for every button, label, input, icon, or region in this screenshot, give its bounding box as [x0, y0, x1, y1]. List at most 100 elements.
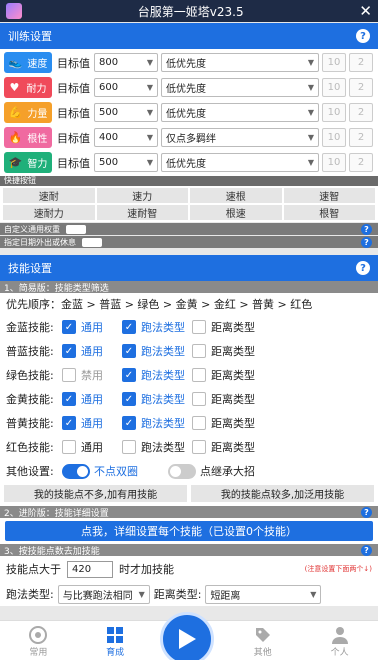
- checkbox[interactable]: [192, 368, 206, 382]
- checkbox[interactable]: ✓: [122, 392, 136, 406]
- training-help-icon[interactable]: ?: [356, 29, 370, 43]
- priority-order-value: 金蓝 > 普蓝 > 绿色 > 金黄 > 金红 > 普黄 > 红色: [61, 298, 313, 311]
- custom-weight-help-icon[interactable]: ?: [361, 223, 372, 235]
- param-b-input[interactable]: 2: [349, 53, 373, 72]
- priority-select[interactable]: 仅点多羁绊 ▼: [161, 128, 319, 147]
- quick-button[interactable]: 速智: [283, 188, 375, 203]
- checkbox[interactable]: [192, 440, 206, 454]
- quick-button[interactable]: 根速: [190, 205, 282, 220]
- skills-panel: 1、简易版：技能类型筛选 优先顺序： 金蓝 > 普蓝 > 绿色 > 金黄 > 金…: [0, 281, 378, 606]
- stat-icon: 🔥: [8, 131, 23, 144]
- grid-icon: [107, 627, 124, 643]
- tab-personal[interactable]: 个人: [310, 621, 370, 658]
- checkbox[interactable]: ✓: [122, 416, 136, 430]
- skill-rows: 金蓝技能: ✓ 通用 ✓ 跑法类型 距离类型 普蓝技能: ✓ 通用 ✓ 跑法类型 距离类型…: [0, 315, 378, 459]
- param-b-input[interactable]: 2: [349, 78, 373, 97]
- param-b-input[interactable]: 2: [349, 103, 373, 122]
- stat-icon: 👟: [8, 56, 23, 69]
- quick-button[interactable]: 速耐力: [3, 205, 95, 220]
- skill-row: 普蓝技能: ✓ 通用 ✓ 跑法类型 距离类型: [6, 344, 255, 358]
- checkbox[interactable]: [62, 368, 76, 382]
- date-rest-label: 指定日期外出或休息: [4, 237, 76, 247]
- other-settings-row: 其他设置: 不点双圈 点继承大招: [6, 463, 255, 479]
- target-select[interactable]: 500 ▼: [94, 153, 158, 172]
- skill-row: 红色技能: 通用 跑法类型 距离类型: [6, 440, 255, 454]
- checkbox[interactable]: ✓: [62, 320, 76, 334]
- target-select[interactable]: 800 ▼: [94, 53, 158, 72]
- distance-type-select[interactable]: 短距离 ▼: [205, 584, 322, 604]
- stat-tag: ♥ 耐力: [4, 77, 52, 98]
- checkbox[interactable]: ✓: [62, 392, 76, 406]
- advanced-section-title: 2、进阶版：技能详细设置?: [0, 506, 378, 519]
- run-type-select[interactable]: 与比赛跑法相同 ▼: [57, 584, 150, 604]
- param-a-input[interactable]: 10: [322, 128, 346, 147]
- training-row: ♥ 耐力 目标值 600 ▼ 低优先度 ▼ 10 2: [0, 75, 378, 100]
- quick-buttons-title: 快捷按钮: [0, 176, 378, 186]
- start-button[interactable]: [160, 612, 214, 660]
- no-double-circle-switch[interactable]: [62, 463, 90, 479]
- stat-icon: ♥: [9, 81, 20, 94]
- param-b-input[interactable]: 2: [349, 153, 373, 172]
- tab-common[interactable]: 常用: [8, 621, 68, 658]
- basic-section-title: 1、简易版：技能类型筛选: [0, 281, 378, 294]
- target-select[interactable]: 500 ▼: [94, 103, 158, 122]
- skill-point-buttons: 我的技能点不多,加有用技能 我的技能点较多,加泛用技能: [0, 483, 378, 506]
- param-a-input[interactable]: 10: [322, 53, 346, 72]
- checkbox[interactable]: ✓: [62, 344, 76, 358]
- few-points-button[interactable]: 我的技能点不多,加有用技能: [4, 485, 187, 502]
- param-a-input[interactable]: 10: [322, 153, 346, 172]
- training-row: 👟 速度 目标值 800 ▼ 低优先度 ▼ 10 2: [0, 50, 378, 75]
- priority-select[interactable]: 低优先度 ▼: [161, 78, 319, 97]
- checkbox[interactable]: [122, 440, 136, 454]
- close-button[interactable]: ✕: [359, 3, 372, 19]
- checkbox[interactable]: ✓: [122, 344, 136, 358]
- app-icon: [6, 3, 22, 19]
- param-b-input[interactable]: 2: [349, 128, 373, 147]
- checkbox[interactable]: ✓: [122, 320, 136, 334]
- tab-other[interactable]: 其他: [233, 621, 293, 658]
- date-rest-help-icon[interactable]: ?: [361, 236, 372, 248]
- many-points-button[interactable]: 我的技能点较多,加泛用技能: [191, 485, 374, 502]
- param-a-input[interactable]: 10: [322, 78, 346, 97]
- skill-row: 绿色技能: 禁用 ✓ 跑法类型 距离类型: [6, 368, 255, 382]
- checkbox[interactable]: ✓: [62, 416, 76, 430]
- checkbox[interactable]: [192, 416, 206, 430]
- date-rest-row: 指定日期外出或休息 ?: [0, 236, 378, 248]
- priority-select[interactable]: 低优先度 ▼: [161, 103, 319, 122]
- skills-title: 技能设置: [8, 262, 52, 275]
- checkbox[interactable]: [192, 392, 206, 406]
- stat-tag: 💪 力量: [4, 102, 52, 123]
- skills-help-icon[interactable]: ?: [356, 261, 370, 275]
- priority-select[interactable]: 低优先度 ▼: [161, 153, 319, 172]
- target-select[interactable]: 600 ▼: [94, 78, 158, 97]
- inherit-skill-switch[interactable]: [168, 463, 196, 479]
- skill-row: 普黄技能: ✓ 通用 ✓ 跑法类型 距离类型: [6, 416, 255, 430]
- custom-weight-toggle[interactable]: [66, 224, 86, 234]
- quick-button[interactable]: 速力: [96, 188, 188, 203]
- checkbox[interactable]: [192, 344, 206, 358]
- date-rest-toggle[interactable]: [82, 237, 102, 247]
- training-title: 训练设置: [8, 30, 52, 43]
- stat-icon: 💪: [8, 106, 23, 119]
- points-row: 技能点大于 420 时才加技能 (注意设置下面两个↓): [0, 556, 378, 582]
- checkbox[interactable]: ✓: [122, 368, 136, 382]
- param-a-input[interactable]: 10: [322, 103, 346, 122]
- skill-points-input[interactable]: 420: [67, 560, 113, 578]
- skill-row: 金蓝技能: ✓ 通用 ✓ 跑法类型 距离类型: [6, 320, 255, 334]
- checkbox[interactable]: [192, 320, 206, 334]
- points-help-icon[interactable]: ?: [361, 544, 372, 556]
- quick-button[interactable]: 速根: [190, 188, 282, 203]
- stat-tag: 🎓 智力: [4, 152, 52, 173]
- quick-button[interactable]: 根智: [283, 205, 375, 220]
- checkbox[interactable]: [62, 440, 76, 454]
- title-bar: 台服第一姬塔v23.5 ✕: [0, 0, 378, 22]
- tab-training[interactable]: 育成: [85, 621, 145, 658]
- target-select[interactable]: 400 ▼: [94, 128, 158, 147]
- detailed-skill-settings-button[interactable]: 点我，详细设置每个技能（已设置0个技能）: [5, 521, 373, 541]
- advanced-help-icon[interactable]: ?: [361, 506, 372, 518]
- chrome-icon: [29, 626, 48, 644]
- quick-button[interactable]: 速耐: [3, 188, 95, 203]
- quick-button[interactable]: 速耐智: [96, 205, 188, 220]
- priority-select[interactable]: 低优先度 ▼: [161, 53, 319, 72]
- skill-row: 金黄技能: ✓ 通用 ✓ 跑法类型 距离类型: [6, 392, 255, 406]
